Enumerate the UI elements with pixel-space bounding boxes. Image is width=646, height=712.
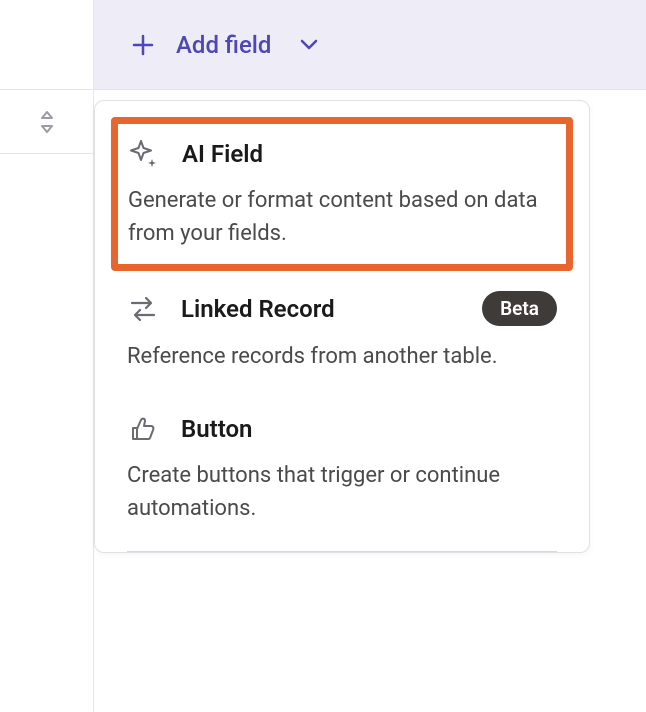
- field-option-ai-field[interactable]: AI Field Generate or format content base…: [111, 117, 573, 271]
- plus-icon: [132, 34, 154, 56]
- left-rail: [0, 0, 94, 712]
- field-option-linked-record[interactable]: Linked Record Beta Reference records fro…: [111, 271, 573, 393]
- sort-toggle[interactable]: [0, 90, 93, 154]
- add-field-button[interactable]: Add field: [94, 0, 646, 90]
- field-option-description: Generate or format content based on data…: [128, 184, 556, 250]
- field-option-title: Linked Record: [181, 295, 460, 323]
- add-field-label: Add field: [176, 31, 271, 59]
- beta-badge: Beta: [482, 291, 557, 326]
- field-option-description: Reference records from another table.: [127, 340, 557, 373]
- field-option-button[interactable]: Button Create buttons that trigger or co…: [111, 393, 573, 545]
- swap-arrows-icon: [127, 293, 159, 325]
- field-type-dropdown: AI Field Generate or format content base…: [94, 100, 590, 553]
- field-option-title: Button: [181, 415, 557, 443]
- sparkle-icon: [128, 138, 160, 170]
- field-option-title: AI Field: [182, 140, 556, 168]
- field-option-description: Create buttons that trigger or continue …: [127, 459, 557, 525]
- left-rail-header-spacer: [0, 0, 93, 90]
- thumbs-up-icon: [127, 413, 159, 445]
- chevron-down-icon: [299, 35, 319, 55]
- dropdown-divider: [127, 551, 557, 552]
- sort-updown-icon: [37, 109, 57, 135]
